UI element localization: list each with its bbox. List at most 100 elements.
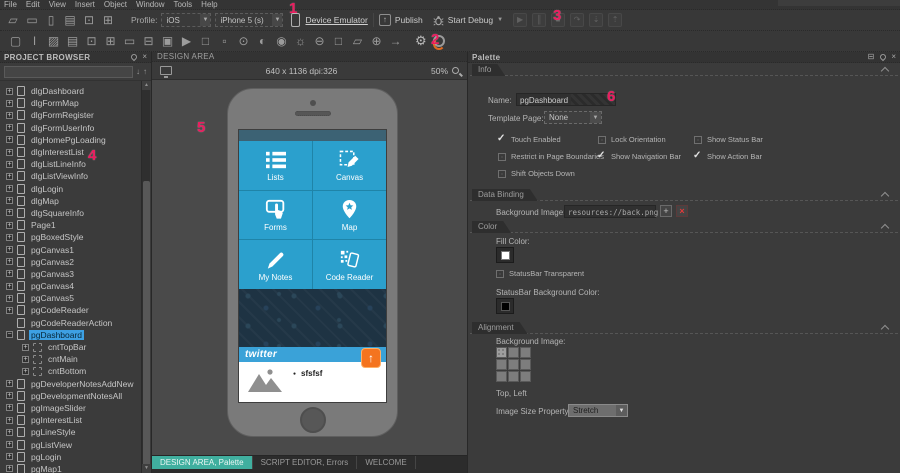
expander-icon[interactable]: + [6, 209, 13, 217]
tree-item[interactable]: + dlgFormMap [0, 97, 141, 109]
expander-icon[interactable]: + [6, 185, 13, 193]
tree-item[interactable]: + cntBottom [0, 365, 141, 377]
section-alignment-tab[interactable]: Alignment [472, 322, 528, 334]
expander-icon[interactable]: + [6, 404, 13, 412]
expander-icon[interactable]: + [6, 99, 13, 107]
menu-item[interactable]: Object [104, 0, 127, 9]
design-canvas[interactable]: Lists Canvas Forms Map My Notes Code Rea… [152, 80, 467, 455]
tree-item[interactable]: + pgLineStyle [0, 426, 141, 438]
expander-icon[interactable]: + [6, 465, 13, 473]
open-folder-icon[interactable]: ▱ [4, 14, 22, 26]
align-middle-center[interactable] [508, 359, 519, 370]
step-into-icon[interactable]: ⇣ [589, 13, 604, 27]
expander-icon[interactable]: + [6, 428, 13, 436]
tree-item[interactable]: + pgImageSlider [0, 402, 141, 414]
home-button[interactable] [299, 407, 326, 433]
name-field[interactable]: pgDashboard [516, 93, 616, 106]
tree-item[interactable]: − pgDashboard [0, 329, 141, 341]
add-binding-button[interactable]: + [660, 205, 672, 217]
window-controls[interactable] [778, 0, 900, 6]
tree-item[interactable]: + pgListView [0, 438, 141, 450]
slider-icon[interactable]: ⊟ [139, 35, 158, 47]
menu-item[interactable]: Tools [173, 0, 192, 9]
remove-binding-button[interactable]: × [676, 205, 688, 217]
tree-item[interactable]: pgCodeReaderAction [0, 317, 141, 329]
menu-item[interactable]: Edit [26, 0, 40, 9]
search-up-icon[interactable]: ↑ [143, 67, 147, 77]
expander-icon[interactable]: + [6, 197, 13, 205]
checkbox[interactable]: Touch Enabled [497, 133, 598, 145]
scroll-down-icon[interactable]: ▼ [142, 464, 151, 473]
expander-icon[interactable]: + [6, 380, 13, 388]
menu-item[interactable]: File [4, 0, 17, 9]
tree-item[interactable]: + dlgDashboard [0, 85, 141, 97]
tile-canvas[interactable]: Canvas [313, 141, 386, 190]
tree-item[interactable]: + dlgMap [0, 195, 141, 207]
tree-item[interactable]: + dlgListLineInfo [0, 158, 141, 170]
textbox-icon[interactable]: ⊞ [101, 35, 120, 47]
tree-item[interactable]: + pgCodeReader [0, 304, 141, 316]
editbox-icon[interactable]: ▭ [120, 35, 139, 47]
textarea-icon[interactable]: I [25, 35, 44, 47]
sliderdrawer-icon[interactable]: ⊖ [310, 35, 329, 47]
tile-code-reader[interactable]: Code Reader [313, 240, 386, 289]
stop-icon[interactable]: ■ [551, 13, 566, 27]
expander-icon[interactable]: + [6, 221, 13, 229]
magnifier-icon[interactable] [452, 67, 459, 74]
new-file-icon[interactable]: ▯ [42, 14, 60, 26]
section-info-tab[interactable]: Info [472, 64, 505, 76]
video-icon[interactable]: ▶ [177, 35, 196, 47]
expander-icon[interactable]: + [6, 441, 13, 449]
align-middle-right[interactable] [520, 359, 531, 370]
background-image-field[interactable]: resources://back.png [564, 205, 658, 218]
continue-icon[interactable]: ▶ [513, 13, 528, 27]
tree-item[interactable]: + pgDevelopmentNotesAll [0, 390, 141, 402]
tree-item[interactable]: + pgCanvas1 [0, 243, 141, 255]
collapse-icon[interactable] [880, 66, 890, 76]
close-icon[interactable]: × [891, 53, 896, 61]
close-icon[interactable]: × [142, 53, 147, 61]
expander-icon[interactable]: + [6, 306, 13, 314]
device-select[interactable]: iPhone 5 (s) ▼ [215, 13, 284, 27]
expander-icon[interactable]: + [6, 270, 13, 278]
tree-item[interactable]: + dlgInterestList [0, 146, 141, 158]
section-color-tab[interactable]: Color [472, 221, 511, 233]
tile-lists[interactable]: Lists [239, 141, 312, 190]
location-icon[interactable]: ◉ [272, 35, 291, 47]
search-down-icon[interactable]: ↓ [136, 67, 140, 77]
tree-item[interactable]: + Page1 [0, 219, 141, 231]
image-icon[interactable]: ▨ [44, 35, 63, 47]
tree-item[interactable]: + dlgSquareInfo [0, 207, 141, 219]
step-over-icon[interactable]: ↷ [570, 13, 585, 27]
tree-item[interactable]: + pgCanvas5 [0, 292, 141, 304]
align-bottom-left[interactable] [496, 371, 507, 382]
expander-icon[interactable]: + [6, 87, 13, 95]
modules-icon[interactable]: ⊞ [99, 14, 117, 26]
expander-icon[interactable]: + [6, 282, 13, 290]
tree-scrollbar[interactable]: ▲ ▼ [141, 81, 151, 473]
tile-forms[interactable]: Forms [239, 190, 312, 240]
align-bottom-right[interactable] [520, 371, 531, 382]
tree-item[interactable]: + dlgFormRegister [0, 109, 141, 121]
activity-icon[interactable]: ☼ [291, 35, 310, 47]
checkbox[interactable]: Shift Objects Down [498, 169, 598, 178]
checkbox[interactable]: Show Action Bar [693, 150, 763, 162]
window-icon[interactable]: □ [196, 35, 215, 47]
project-search-input[interactable] [4, 65, 133, 78]
new-folder-icon[interactable]: ▭ [23, 14, 41, 26]
expander-icon[interactable]: + [6, 172, 13, 180]
expander-icon[interactable]: + [6, 392, 13, 400]
tree-item[interactable]: + dlgListViewInfo [0, 170, 141, 182]
collapse-icon[interactable] [880, 223, 890, 233]
tree-item[interactable]: + pgCanvas2 [0, 256, 141, 268]
chevron-down-icon[interactable]: ▼ [497, 17, 503, 23]
expander-icon[interactable]: + [6, 258, 13, 266]
view-tab[interactable]: DESIGN AREA, Palette [152, 456, 253, 469]
expander-icon[interactable]: + [6, 416, 13, 424]
scroll-up-icon[interactable]: ▲ [142, 81, 151, 90]
rectangle-icon[interactable]: □ [329, 35, 348, 47]
scrollbar-thumb[interactable] [143, 181, 150, 471]
phone-statusbar[interactable] [239, 130, 386, 141]
label-icon[interactable]: ⊡ [82, 35, 101, 47]
pin-icon[interactable] [130, 52, 139, 62]
